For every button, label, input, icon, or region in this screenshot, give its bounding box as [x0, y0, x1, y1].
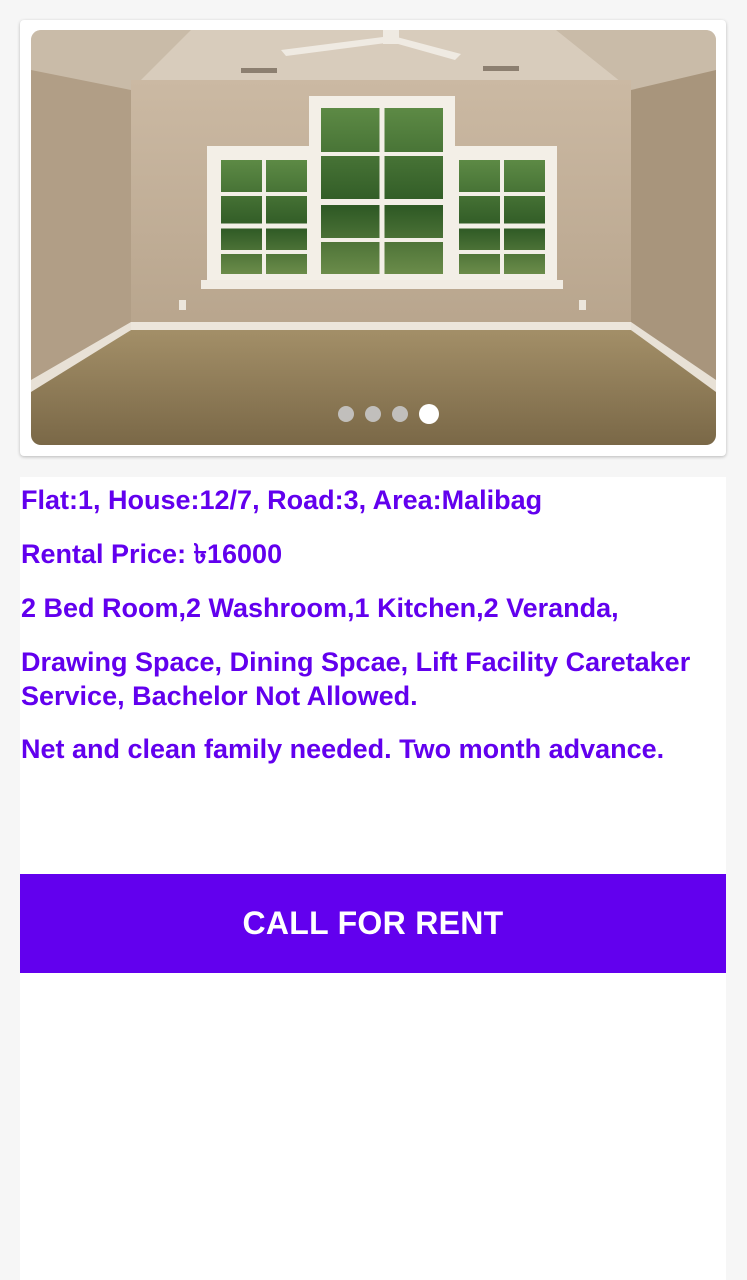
image-card	[20, 20, 726, 456]
listing-address: Flat:1, House:12/7, Road:3, Area:Malibag	[21, 485, 543, 515]
listing-rent: Rental Price: ৳16000	[21, 539, 283, 569]
listing-details-card: Flat:1, House:12/7, Road:3, Area:Malibag…	[20, 477, 726, 1280]
slider-dot-3[interactable]	[392, 406, 408, 422]
slider-dot-4-active[interactable]	[419, 404, 439, 424]
slider-dot-1[interactable]	[338, 406, 354, 422]
slider-dot-2[interactable]	[365, 406, 381, 422]
listing-details: Flat:1, House:12/7, Road:3, Area:Malibag…	[20, 477, 726, 766]
listing-facilities: Drawing Space, Dining Spcae, Lift Facili…	[21, 647, 691, 711]
slider-indicator	[31, 404, 716, 424]
call-for-rent-button[interactable]: CALL FOR RENT	[20, 874, 726, 973]
listing-rooms: 2 Bed Room,2 Washroom,1 Kitchen,2 Verand…	[21, 593, 619, 623]
image-slider[interactable]	[31, 30, 716, 445]
room-photo	[31, 30, 716, 445]
listing-note: Net and clean family needed. Two month a…	[21, 734, 665, 764]
